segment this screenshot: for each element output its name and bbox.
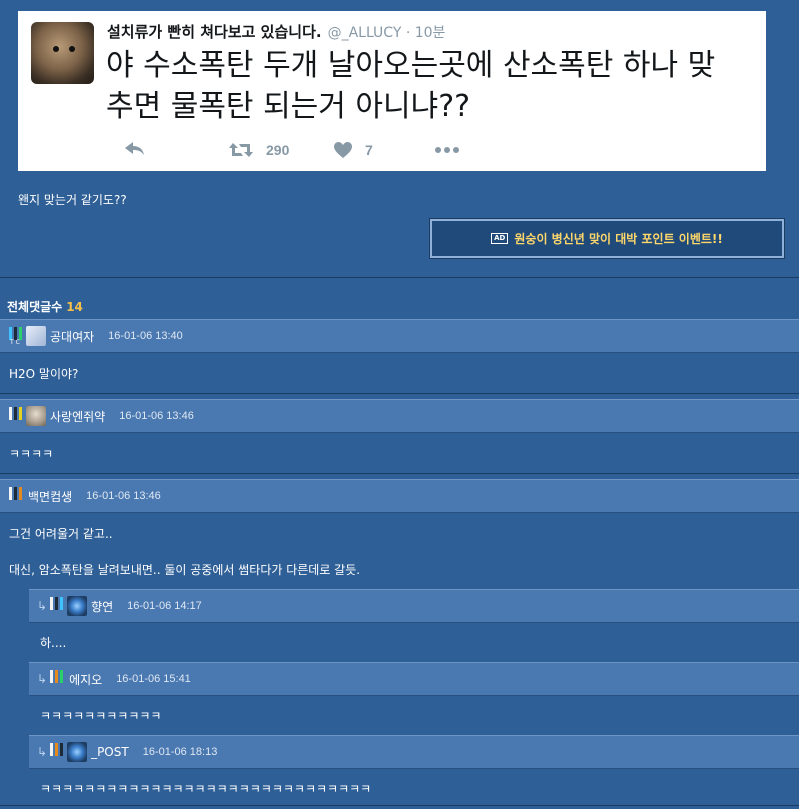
level-icon (49, 669, 65, 689)
tweet-text: 야 수소폭탄 두개 날아오는곳에 산소폭탄 하나 맞 추면 물폭탄 되는거 아니… (106, 45, 756, 127)
reply-arrow-icon: ↳ (37, 672, 48, 686)
comment-body-line-2: 대신, 암소폭탄을 날려보내면.. 둘이 공중에서 썸타다가 다른데로 갈듯. (9, 563, 361, 577)
reply-nick[interactable]: _POST (91, 745, 129, 759)
like-button: 7 (333, 141, 373, 159)
level-icon (8, 486, 24, 506)
tweet-card: 설치류가 빤히 쳐다보고 있습니다. @_ALLUCY · 10분 야 수소폭탄 … (18, 11, 766, 171)
reply-header: ↳ _POST 16-01-06 18:13 (29, 735, 799, 769)
tweet-display-name-text: 설치류가 빤히 쳐다보고 있습니다. (107, 23, 322, 41)
user-avatar (67, 596, 88, 616)
comment-date: 16-01-06 13:40 (108, 330, 183, 342)
reply-date: 16-01-06 15:41 (116, 673, 191, 685)
level-icon (49, 742, 65, 762)
level-icon (49, 596, 65, 616)
comment-divider (0, 473, 799, 474)
event-banner-text: 원숭이 병신년 맞이 대박 포인트 이벤트!! (514, 232, 723, 246)
comment-count-value: 14 (66, 300, 83, 314)
comment-nick[interactable]: 사랑엔쥐약 (50, 408, 105, 425)
reply-body: 하.... (40, 636, 67, 650)
like-count: 7 (365, 142, 373, 158)
level-icon: T C (8, 326, 24, 346)
reply-header: ↳ 에지오 16-01-06 15:41 (29, 662, 799, 696)
reply-date: 16-01-06 18:13 (142, 746, 218, 758)
comment-header: 사랑엔쥐약 16-01-06 13:46 (0, 399, 799, 433)
comment-nick[interactable]: 공대여자 (50, 328, 94, 345)
comment-divider (0, 393, 799, 394)
comment-body: ㅋㅋㅋㅋ (9, 447, 54, 461)
tweet-avatar (31, 22, 94, 84)
tweet-actions: 290 7 (106, 141, 506, 163)
reply-body: ㅋㅋㅋㅋㅋㅋㅋㅋㅋㅋㅋㅋㅋㅋㅋㅋㅋㅋㅋㅋㅋㅋㅋㅋㅋㅋㅋㅋㅋㅋ (40, 782, 372, 796)
more-icon (434, 145, 460, 155)
reply-nick[interactable]: 에지오 (69, 671, 102, 688)
comment-count-label: 전체댓글수 (7, 300, 63, 314)
comment-header: 백면컴생 16-01-06 13:46 (0, 479, 799, 513)
comment-date: 16-01-06 13:46 (86, 490, 161, 502)
comment-date: 16-01-06 13:46 (119, 410, 194, 422)
comment-divider (0, 805, 799, 806)
reply-arrow-icon: ↳ (37, 745, 48, 759)
level-icon (8, 406, 24, 426)
retweet-button: 290 (228, 141, 289, 159)
tweet-text-line-2: 추면 물폭탄 되는거 아니냐?? (106, 89, 471, 124)
comment-body: H2O 말이야? (9, 367, 79, 381)
comment-body-line-1: 그건 어려울거 같고.. (9, 527, 113, 541)
tweet-text-line-1: 야 수소폭탄 두개 날아오는곳에 산소폭탄 하나 맞 (106, 48, 716, 83)
retweet-icon (229, 143, 253, 157)
reply-header: ↳ 향연 16-01-06 14:17 (29, 589, 799, 623)
user-avatar (67, 742, 88, 762)
section-divider (0, 277, 799, 278)
reply-date: 16-01-06 14:17 (127, 600, 202, 612)
comment-count-header: 전체댓글수 14 (7, 298, 83, 315)
ad-badge: AD (491, 233, 509, 244)
user-avatar (26, 406, 46, 426)
comment-nick[interactable]: 백면컴생 (28, 488, 72, 505)
heart-icon (334, 142, 352, 158)
post-intro-text: 왠지 맞는거 같기도?? (18, 193, 127, 207)
reply-body: ㅋㅋㅋㅋㅋㅋㅋㅋㅋㅋㅋ (40, 709, 162, 723)
reply-nick[interactable]: 향연 (91, 598, 113, 615)
user-avatar (26, 326, 46, 346)
event-banner-button[interactable]: AD 원숭이 병신년 맞이 대박 포인트 이벤트!! (429, 218, 785, 259)
tweet-display-name: 설치류가 빤히 쳐다보고 있습니다. @_ALLUCY · 10분 (107, 21, 445, 42)
reply-arrow-icon: ↳ (37, 599, 48, 613)
tweet-handle: @_ALLUCY · 10분 (327, 25, 446, 41)
comment-header: T C 공대여자 16-01-06 13:40 (0, 319, 799, 353)
retweet-count: 290 (266, 142, 290, 158)
reply-icon (124, 141, 146, 157)
